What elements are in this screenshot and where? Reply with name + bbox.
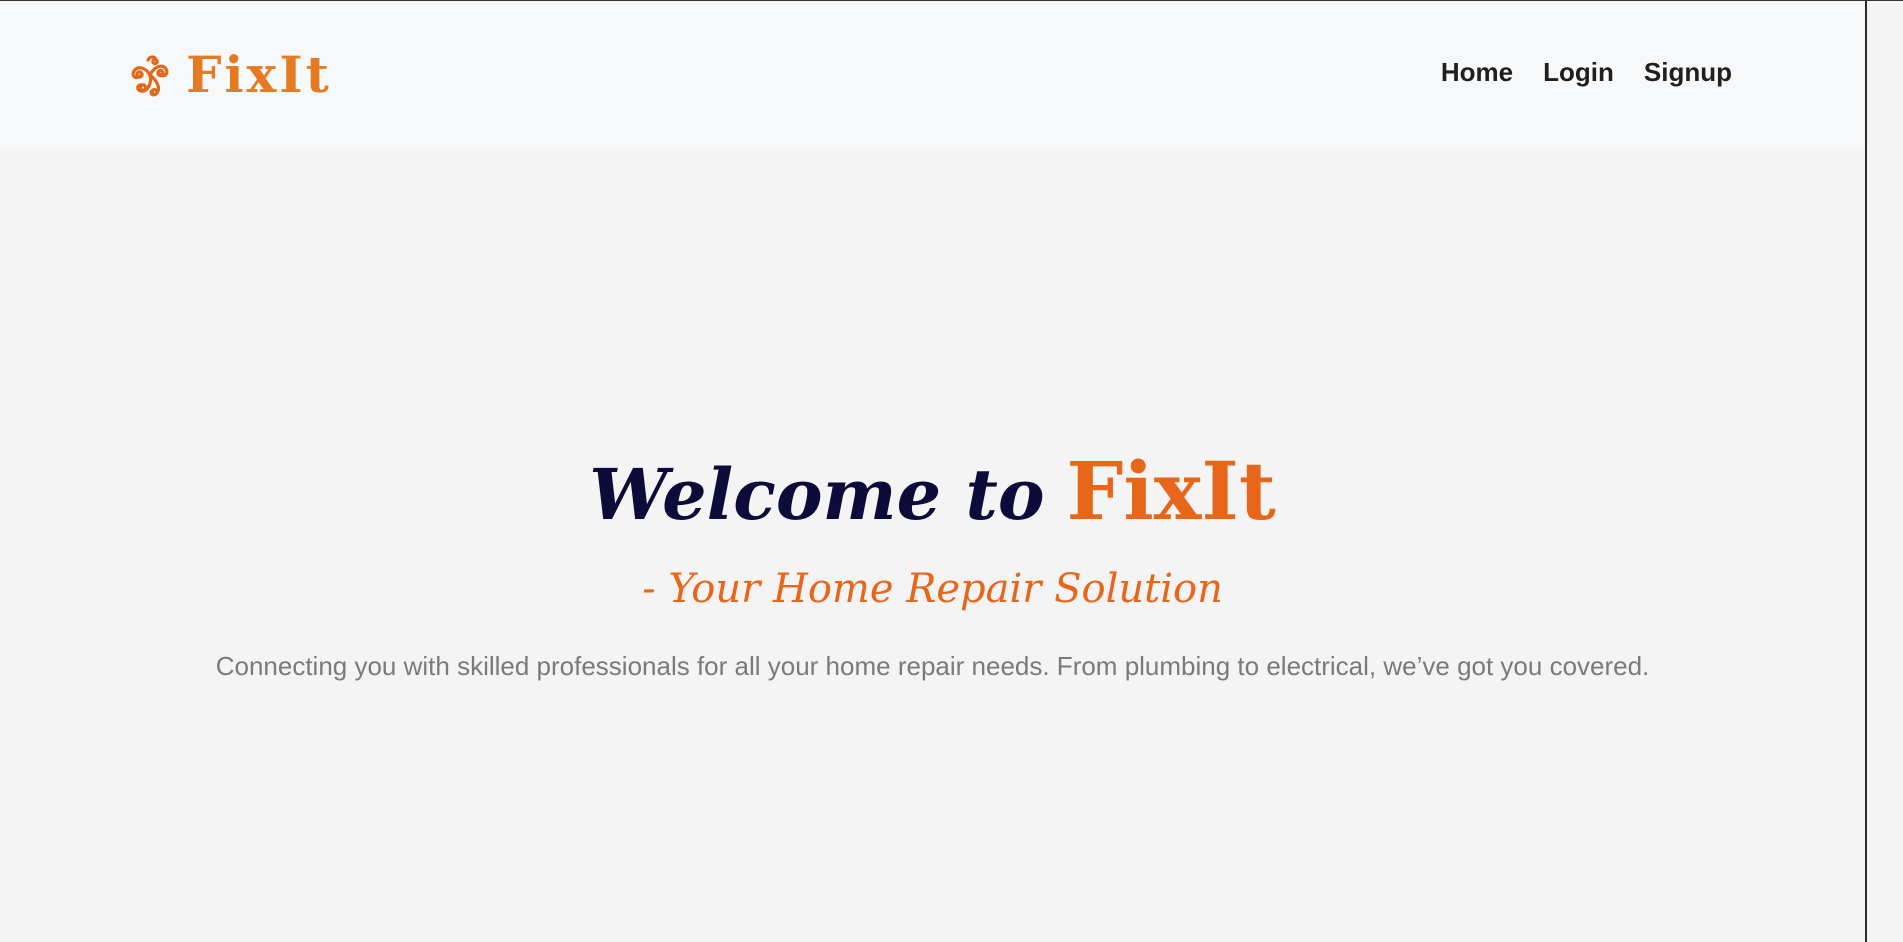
navbar: FixIt Home Login Signup bbox=[0, 1, 1865, 148]
hero-section: Welcome to FixIt - Your Home Repair Solut… bbox=[0, 451, 1865, 708]
brand-name: FixIt bbox=[186, 45, 332, 104]
hero-description: Connecting you with skilled professional… bbox=[215, 651, 1650, 681]
brand-logo-link[interactable]: FixIt bbox=[126, 45, 332, 105]
window-edge bbox=[1865, 1, 1903, 942]
hero-title: Welcome to FixIt bbox=[0, 451, 1865, 531]
nav-home-link[interactable]: Home bbox=[1441, 58, 1513, 87]
nav-signup-link[interactable]: Signup bbox=[1644, 58, 1732, 87]
nav-menu: Home Login Signup bbox=[1441, 58, 1732, 87]
hero-title-prefix: Welcome to bbox=[589, 453, 1045, 536]
page: FixIt Home Login Signup Welcome to FixIt … bbox=[0, 0, 1903, 942]
hero-title-brand: FixIt bbox=[1066, 444, 1276, 538]
swirl-logo-icon bbox=[131, 55, 169, 97]
nav-login-link[interactable]: Login bbox=[1543, 58, 1614, 87]
hero-subtitle: - Your Home Repair Solution bbox=[642, 566, 1223, 612]
